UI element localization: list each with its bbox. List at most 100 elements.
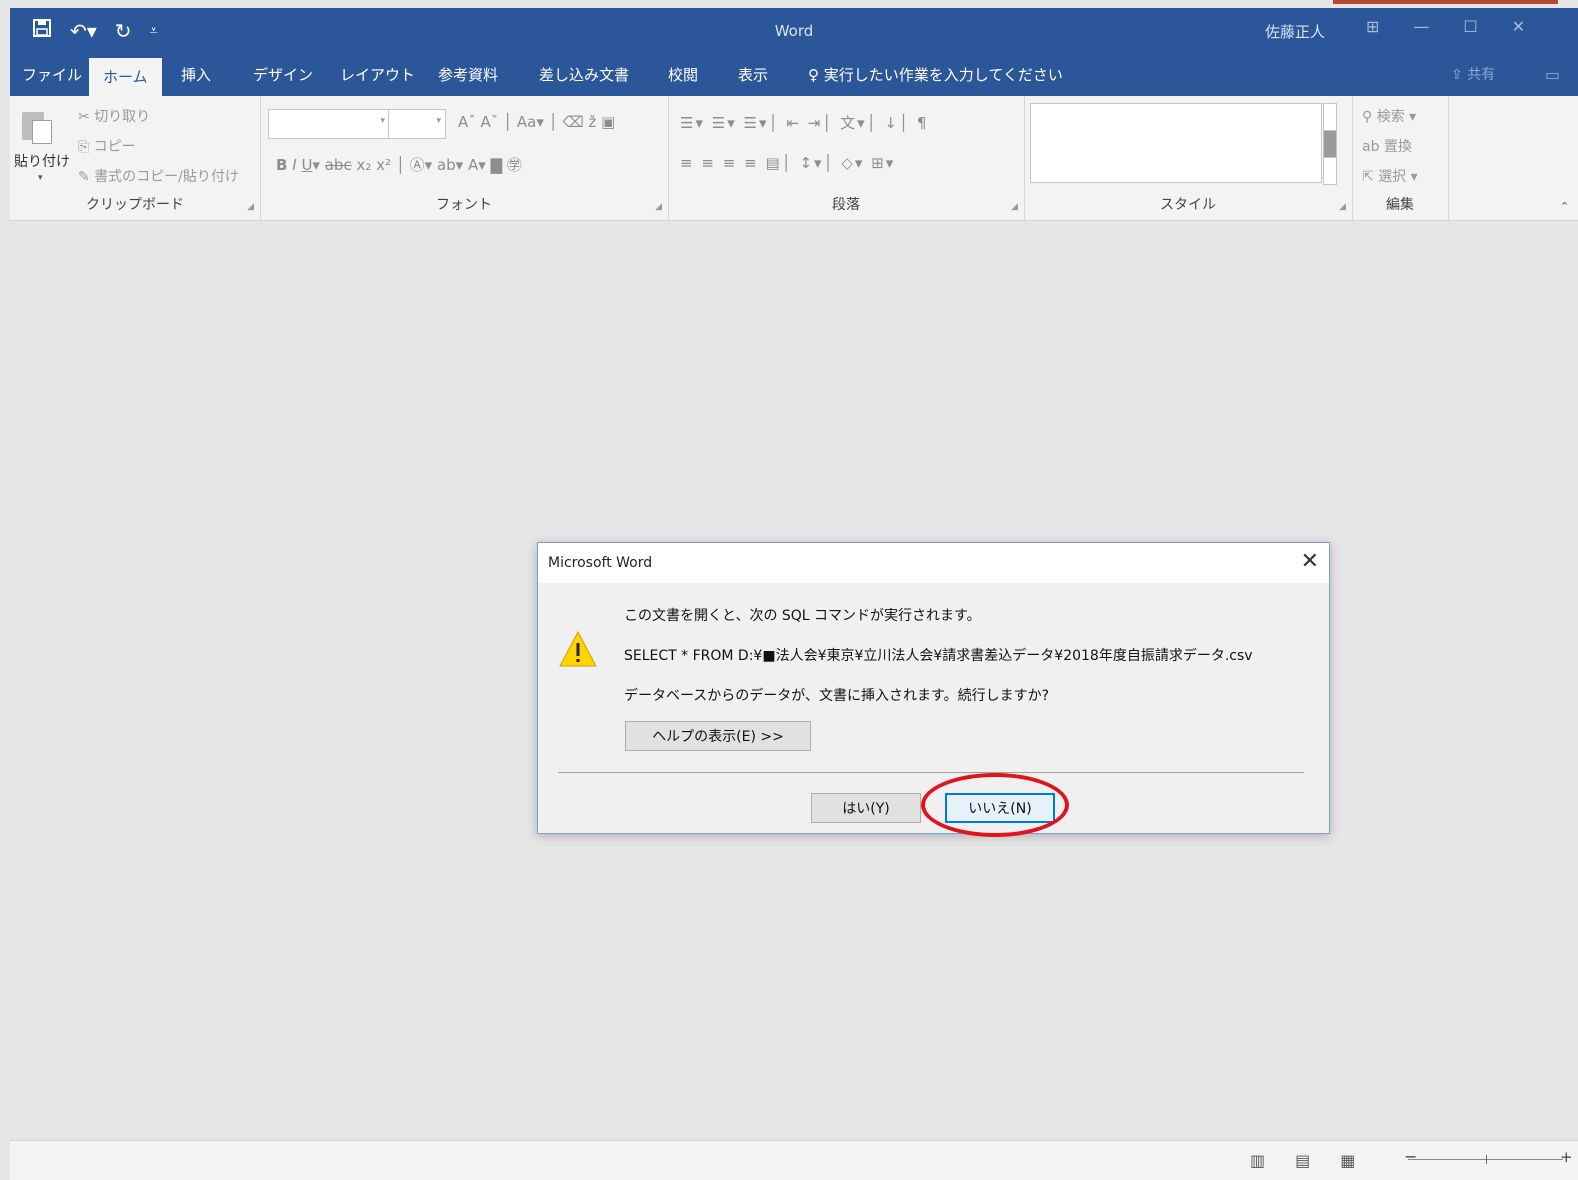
tab-view[interactable]: 表示 bbox=[738, 54, 768, 96]
subscript-icon[interactable]: x₂ bbox=[356, 156, 371, 174]
cut-button[interactable]: ✂ 切り取り bbox=[78, 106, 150, 126]
sql-warning-dialog: Microsoft Word ✕ この文書を開くと、次の SQL コマンドが実行… bbox=[537, 542, 1330, 834]
warning-icon bbox=[559, 630, 597, 667]
word-window: ↶▾ ↻ ⩡ Word 佐藤正人 ⊞ — ☐ ✕ ファイル ホーム 挿入 デザイ… bbox=[10, 8, 1578, 1180]
bullets-icon[interactable]: ☰▾ bbox=[680, 114, 705, 132]
character-border-icon[interactable]: ▣ bbox=[601, 113, 615, 131]
tab-references[interactable]: 参考資料 bbox=[438, 54, 498, 96]
highlight-icon[interactable]: ab▾ bbox=[437, 156, 463, 174]
share-label: 共有 bbox=[1467, 67, 1496, 83]
tab-review[interactable]: 校閲 bbox=[668, 54, 698, 96]
print-layout-icon[interactable]: ▤ bbox=[1295, 1151, 1310, 1170]
style-more-icon[interactable] bbox=[1323, 157, 1337, 185]
app-title: Word bbox=[774, 22, 814, 40]
borders-icon[interactable]: ⊞▾ bbox=[871, 154, 895, 172]
title-bar: ↶▾ ↻ ⩡ Word 佐藤正人 ⊞ — ☐ ✕ bbox=[10, 8, 1578, 54]
font-name-combo[interactable]: ▾ bbox=[268, 109, 390, 139]
phonetic-guide-icon[interactable]: ž bbox=[588, 113, 596, 131]
copy-button[interactable]: ⎘ コピー bbox=[78, 136, 136, 156]
grow-font-icon[interactable]: Aˆ bbox=[458, 113, 476, 131]
character-shading-icon[interactable]: ▇ bbox=[491, 156, 503, 174]
replace-button[interactable]: ab 置換 bbox=[1362, 136, 1412, 156]
numbering-icon[interactable]: ☰▾ bbox=[712, 114, 737, 132]
style-gallery-scroller[interactable] bbox=[1323, 103, 1337, 185]
italic-icon[interactable]: I bbox=[292, 156, 296, 174]
dialog-title: Microsoft Word bbox=[548, 555, 653, 571]
text-effects-icon[interactable]: Ⓐ▾ bbox=[410, 156, 433, 174]
tab-mailings[interactable]: 差し込み文書 bbox=[539, 54, 629, 96]
paste-icon bbox=[22, 106, 52, 144]
ribbon-display-options-icon[interactable]: ⊞ bbox=[1366, 17, 1379, 36]
paragraph-launcher-icon[interactable]: ◢ bbox=[1011, 202, 1018, 212]
multilevel-list-icon[interactable]: ☰▾ bbox=[744, 114, 769, 132]
font-launcher-icon[interactable]: ◢ bbox=[655, 202, 662, 212]
font-size-combo[interactable]: ▾ bbox=[388, 109, 446, 139]
find-label: 検索 bbox=[1376, 109, 1405, 125]
status-bar: ▥ ▤ ▦ − + bbox=[10, 1140, 1578, 1180]
tab-insert[interactable]: 挿入 bbox=[181, 54, 211, 96]
align-left-icon[interactable]: ≡ bbox=[680, 154, 695, 172]
help-button[interactable]: ヘルプの表示(E) >> bbox=[625, 721, 811, 751]
decrease-indent-icon[interactable]: ⇤ bbox=[786, 114, 801, 132]
brush-icon: ✎ bbox=[78, 169, 90, 185]
yes-button[interactable]: はい(Y) bbox=[811, 793, 921, 823]
find-button[interactable]: ⚲ 検索 ▾ bbox=[1362, 106, 1416, 126]
zoom-thumb[interactable] bbox=[1486, 1155, 1487, 1164]
editing-group-label: 編集 bbox=[1386, 197, 1414, 213]
close-icon[interactable]: ✕ bbox=[1301, 549, 1319, 574]
superscript-icon[interactable]: x² bbox=[376, 156, 391, 174]
user-name[interactable]: 佐藤正人 bbox=[1265, 21, 1325, 42]
read-mode-icon[interactable]: ▥ bbox=[1250, 1151, 1265, 1170]
font-color-icon[interactable]: A▾ bbox=[468, 156, 486, 174]
comments-icon[interactable]: ▭ bbox=[1545, 54, 1560, 96]
asian-layout-icon[interactable]: 文▾ bbox=[840, 114, 867, 132]
ribbon-tabs: ファイル ホーム 挿入 デザイン レイアウト 参考資料 差し込み文書 校閲 表示… bbox=[10, 54, 1578, 96]
tab-layout[interactable]: レイアウト bbox=[340, 54, 415, 96]
dialog-separator bbox=[558, 772, 1304, 773]
tab-home[interactable]: ホーム bbox=[89, 58, 162, 96]
select-button[interactable]: ⇱ 選択 ▾ bbox=[1362, 166, 1418, 186]
share-button[interactable]: ⇪ 共有 bbox=[1451, 54, 1495, 96]
font-group-label: フォント bbox=[436, 197, 492, 213]
clipboard-group-label: クリップボード bbox=[86, 197, 184, 213]
collapse-ribbon-icon[interactable]: ⌃ bbox=[1560, 200, 1569, 213]
styles-launcher-icon[interactable]: ◢ bbox=[1339, 202, 1346, 212]
tell-me-search[interactable]: ♀ 実行したい作業を入力してください bbox=[808, 54, 1063, 96]
window-controls: ⊞ — ☐ ✕ bbox=[1366, 17, 1525, 36]
no-button[interactable]: いいえ(N) bbox=[945, 793, 1055, 823]
tab-design[interactable]: デザイン bbox=[253, 54, 313, 96]
sort-icon[interactable]: ↓ bbox=[884, 114, 899, 132]
show-marks-icon[interactable]: ¶ bbox=[917, 114, 929, 132]
web-layout-icon[interactable]: ▦ bbox=[1340, 1151, 1355, 1170]
minimize-icon[interactable]: — bbox=[1413, 17, 1429, 36]
clipboard-launcher-icon[interactable]: ◢ bbox=[247, 202, 254, 212]
top-accent-strip bbox=[1333, 0, 1558, 4]
change-case-icon[interactable]: Aa▾ bbox=[517, 113, 544, 131]
style-gallery[interactable] bbox=[1030, 103, 1322, 183]
underline-icon[interactable]: U▾ bbox=[301, 156, 320, 174]
justify-icon[interactable]: ≡ bbox=[744, 154, 759, 172]
maximize-icon[interactable]: ☐ bbox=[1463, 17, 1477, 36]
zoom-out-icon[interactable]: − bbox=[1404, 1147, 1417, 1166]
zoom-slider[interactable]: − + bbox=[1404, 1147, 1573, 1166]
tab-file[interactable]: ファイル bbox=[22, 54, 82, 96]
enclose-characters-icon[interactable]: ㊫ bbox=[507, 156, 522, 174]
align-center-icon[interactable]: ≡ bbox=[701, 154, 716, 172]
distributed-icon[interactable]: ▤ bbox=[765, 154, 781, 172]
style-scroll-down-icon[interactable] bbox=[1323, 130, 1337, 158]
clear-format-icon[interactable]: ⌫ bbox=[562, 113, 583, 131]
align-right-icon[interactable]: ≡ bbox=[723, 154, 738, 172]
cursor-icon: ⇱ bbox=[1362, 169, 1374, 185]
style-scroll-up-icon[interactable] bbox=[1323, 103, 1337, 131]
shrink-font-icon[interactable]: Aˇ bbox=[481, 113, 499, 131]
format-painter-button[interactable]: ✎ 書式のコピー/貼り付け bbox=[78, 166, 239, 186]
dialog-sql-command: SELECT * FROM D:¥■法人会¥東京¥立川法人会¥請求書差込データ¥… bbox=[624, 648, 1253, 664]
close-window-icon[interactable]: ✕ bbox=[1512, 17, 1525, 36]
zoom-in-icon[interactable]: + bbox=[1560, 1148, 1573, 1166]
increase-indent-icon[interactable]: ⇥ bbox=[808, 114, 823, 132]
ribbon: 貼り付け ▾ ✂ 切り取り ⎘ コピー ✎ 書式のコピー/貼り付け クリップボー… bbox=[10, 96, 1578, 221]
bold-icon[interactable]: B bbox=[276, 156, 287, 174]
strikethrough-icon[interactable]: abc bbox=[325, 156, 352, 174]
shading-icon[interactable]: ◇▾ bbox=[841, 154, 864, 172]
line-spacing-icon[interactable]: ↕▾ bbox=[799, 154, 823, 172]
